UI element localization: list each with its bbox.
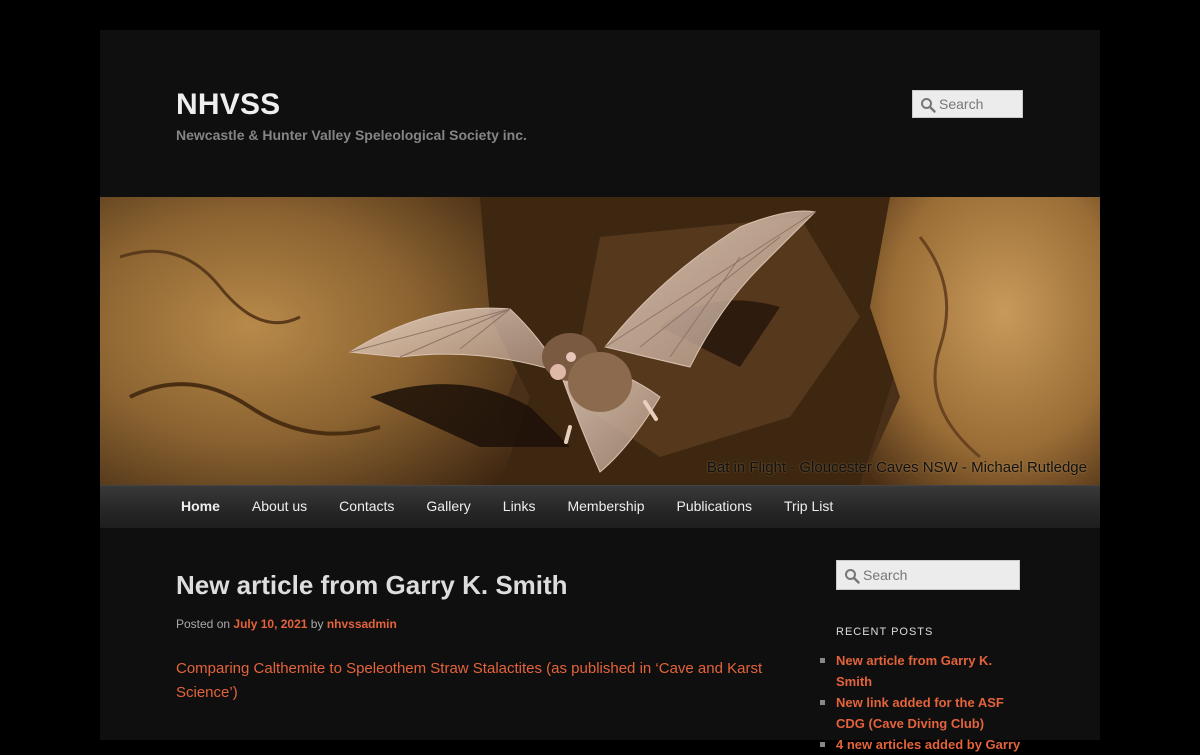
- header-search-box[interactable]: [912, 90, 1023, 118]
- list-item: New article from Garry K. Smith: [820, 650, 1026, 692]
- nav-item-gallery[interactable]: Gallery: [410, 485, 486, 528]
- post-meta: Posted on July 10, 2021 by nhvssadmin: [176, 617, 776, 631]
- nav-item-about-us[interactable]: About us: [236, 485, 323, 528]
- post-author-link[interactable]: nhvssadmin: [327, 617, 397, 631]
- nav-item-links[interactable]: Links: [487, 485, 552, 528]
- sidebar: RECENT POSTS New article from Garry K. S…: [820, 560, 1026, 755]
- sidebar-search-input[interactable]: [863, 561, 1015, 589]
- search-icon: [921, 98, 936, 113]
- posted-on-label: Posted on: [176, 617, 231, 631]
- recent-post-link[interactable]: 4 new articles added by Garry: [836, 737, 1020, 752]
- by-label: by: [310, 617, 324, 631]
- page-container: NHVSS Newcastle & Hunter Valley Speleolo…: [100, 30, 1100, 752]
- site-title[interactable]: NHVSS: [176, 88, 280, 122]
- nav-item-membership[interactable]: Membership: [551, 485, 660, 528]
- article-link[interactable]: Comparing Calthemite to Speleothem Straw…: [176, 660, 762, 701]
- header-banner-image: Bat in Flight - Gloucester Caves NSW - M…: [100, 197, 1100, 485]
- post-article: New article from Garry K. Smith Posted o…: [176, 570, 776, 705]
- post-date-link[interactable]: July 10, 2021: [233, 617, 307, 631]
- site-description: Newcastle & Hunter Valley Speleological …: [176, 127, 527, 143]
- site-header: NHVSS Newcastle & Hunter Valley Speleolo…: [100, 30, 1100, 197]
- list-item: New link added for the ASF CDG (Cave Div…: [820, 692, 1026, 734]
- nav-item-contacts[interactable]: Contacts: [323, 485, 410, 528]
- bat-cave-photo: [100, 197, 1100, 485]
- recent-posts-list: New article from Garry K. Smith New link…: [820, 650, 1026, 755]
- post-title[interactable]: New article from Garry K. Smith: [176, 570, 776, 601]
- nav-item-home[interactable]: Home: [165, 485, 236, 528]
- recent-posts-heading: RECENT POSTS: [836, 626, 934, 638]
- main-navigation: Home About us Contacts Gallery Links Mem…: [100, 485, 1100, 528]
- header-search-input[interactable]: [939, 91, 1018, 117]
- banner-caption: Bat in Flight - Gloucester Caves NSW - M…: [706, 459, 1087, 476]
- list-item: 4 new articles added by Garry: [820, 734, 1026, 755]
- recent-post-link[interactable]: New article from Garry K. Smith: [836, 653, 992, 689]
- post-body: Comparing Calthemite to Speleothem Straw…: [176, 657, 776, 705]
- nav-item-publications[interactable]: Publications: [661, 485, 769, 528]
- recent-post-link[interactable]: New link added for the ASF CDG (Cave Div…: [836, 695, 1004, 731]
- sidebar-search-box[interactable]: [836, 560, 1020, 590]
- nav-item-trip-list[interactable]: Trip List: [768, 485, 849, 528]
- main-content: New article from Garry K. Smith Posted o…: [176, 570, 776, 705]
- search-icon: [845, 569, 860, 584]
